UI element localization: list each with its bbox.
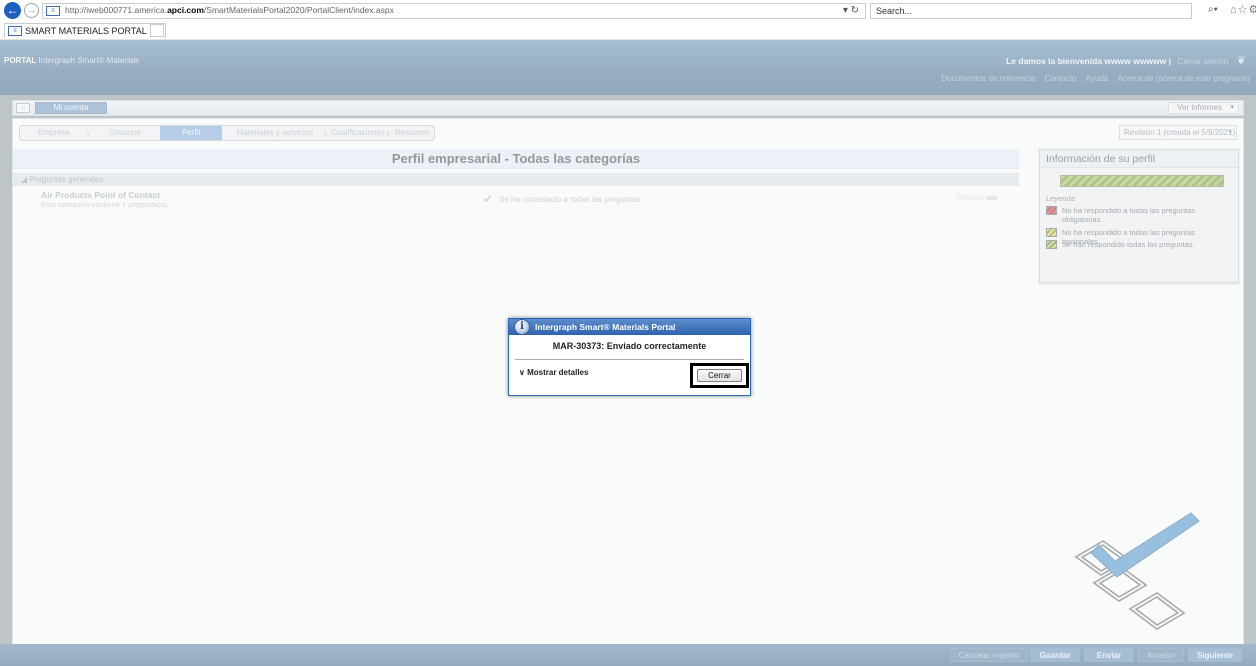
search-magnifier-icon[interactable]: ⌕▾ [1208,4,1218,15]
browser-toolbar: ← → ≡ http://iweb000771.america.apci.com… [0,0,1256,20]
tab-title: SMART MATERIALS PORTAL [25,26,147,36]
search-input[interactable]: Search... [876,6,912,16]
browser-tabs: ≡ SMART MATERIALS PORTAL × [0,20,1256,40]
new-tab-button[interactable] [150,24,164,37]
show-details-toggle[interactable]: ∨ Mostrar detalles [519,368,588,377]
success-dialog: i Intergraph Smart® Materials Portal MAR… [508,318,751,396]
dialog-message: MAR-30373: Enviado correctamente [552,341,707,351]
address-url[interactable]: http://iweb000771.america.apci.com/Smart… [65,5,394,15]
refresh-icon[interactable]: ▾ ↻ [843,5,859,16]
forward-arrow-icon[interactable]: → [24,3,39,18]
back-arrow-icon[interactable]: ← [4,2,21,19]
dialog-title: i Intergraph Smart® Materials Portal [509,319,750,335]
site-favicon-icon: ≡ [46,6,60,16]
close-button-highlight: Cerrar [690,363,749,388]
chevron-down-icon: ∨ [519,368,525,377]
browser-tools-icons[interactable]: ⌂☆⚙ [1230,3,1256,16]
info-icon: i [514,319,530,335]
address-bar[interactable]: ≡ http://iweb000771.america.apci.com/Sma… [42,3,866,19]
dialog-divider [515,359,744,360]
browser-tab[interactable]: ≡ SMART MATERIALS PORTAL × [4,23,167,38]
search-box[interactable]: Search... [870,3,1192,19]
tab-favicon-icon: ≡ [8,26,22,36]
cerrar-button[interactable]: Cerrar [697,369,742,382]
